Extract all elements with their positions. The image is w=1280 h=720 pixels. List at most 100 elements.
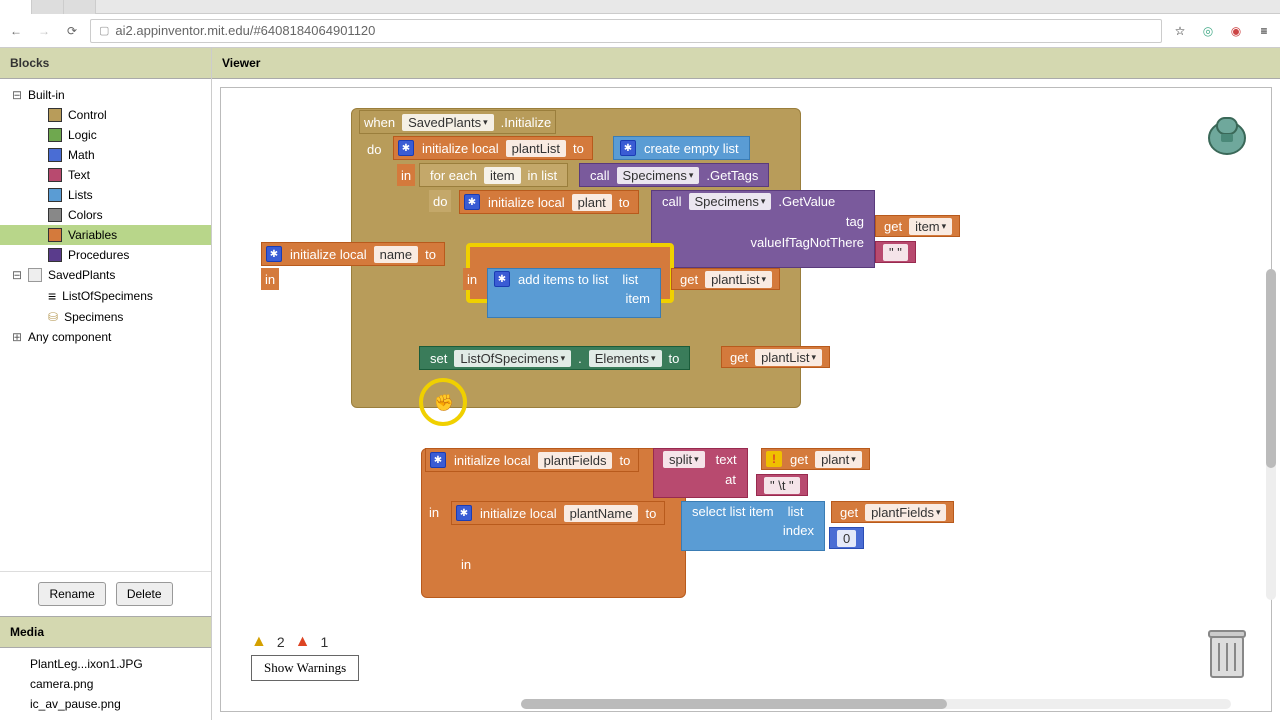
mutator-icon[interactable] — [494, 271, 510, 287]
when-header[interactable]: when SavedPlants .Initialize — [359, 110, 556, 134]
blocks-canvas[interactable]: when SavedPlants .Initialize do initiali… — [220, 87, 1272, 712]
warning-icon: ▲ — [251, 633, 267, 651]
text-value[interactable]: " " — [883, 244, 908, 261]
mutator-icon[interactable] — [620, 140, 636, 156]
tab-string[interactable]: " \t " — [756, 474, 808, 496]
backpack-icon[interactable] — [1203, 108, 1251, 156]
init-name[interactable]: initialize local name to — [261, 242, 445, 266]
browser-tab[interactable] — [64, 0, 96, 14]
media-item[interactable]: ic_av_pause.png — [0, 694, 211, 714]
cat-lists[interactable]: Lists — [0, 185, 211, 205]
tree-screen[interactable]: ⊟SavedPlants — [0, 265, 211, 285]
error-count: 1 — [320, 634, 328, 650]
prop-dropdown[interactable]: Elements — [589, 350, 662, 367]
cat-math[interactable]: Math — [0, 145, 211, 165]
back-button[interactable]: ← — [6, 21, 26, 41]
tree-builtin[interactable]: ⊟Built-in — [0, 85, 211, 105]
show-warnings-button[interactable]: Show Warnings — [251, 655, 359, 681]
select-list-item[interactable]: select list item list index — [681, 501, 825, 551]
cat-variables[interactable]: Variables — [0, 225, 211, 245]
comp-dropdown[interactable]: Specimens — [689, 193, 772, 210]
cat-control[interactable]: Control — [0, 105, 211, 125]
h-scrollbar[interactable] — [521, 699, 1231, 709]
mutator-icon[interactable] — [398, 140, 414, 156]
in-label-4: in — [425, 501, 443, 523]
split-dropdown[interactable]: split — [663, 451, 705, 468]
v-scrollbar[interactable] — [1266, 69, 1276, 700]
media-list: PlantLeg...ixon1.JPG camera.png ic_av_pa… — [0, 648, 211, 720]
do-label-2: do — [429, 190, 451, 212]
index-zero[interactable]: 0 — [829, 527, 864, 549]
math-icon — [48, 148, 62, 162]
component-dropdown[interactable]: SavedPlants — [402, 114, 494, 131]
colors-icon — [48, 208, 62, 222]
mutator-icon[interactable] — [464, 194, 480, 210]
forward-button[interactable]: → — [34, 21, 54, 41]
cat-procedures[interactable]: Procedures — [0, 245, 211, 265]
mutator-icon[interactable] — [456, 505, 472, 521]
ext-icon[interactable]: ◉ — [1226, 21, 1246, 41]
warning-icon[interactable]: ! — [766, 451, 782, 467]
h-scroll-thumb[interactable] — [521, 699, 947, 709]
comp-dropdown[interactable]: ListOfSpecimens — [454, 350, 571, 367]
text-value[interactable]: " \t " — [764, 477, 800, 494]
tree-any[interactable]: ⊞Any component — [0, 327, 211, 347]
var-name[interactable]: plantFields — [538, 452, 613, 469]
loop-var[interactable]: item — [484, 167, 521, 184]
variables-icon — [48, 228, 62, 242]
var-dropdown[interactable]: plantFields — [865, 504, 946, 521]
var-dropdown[interactable]: item — [909, 218, 952, 235]
add-items[interactable]: add items to list list item — [487, 268, 661, 318]
browser-tab[interactable] — [0, 0, 32, 14]
cat-text[interactable]: Text — [0, 165, 211, 185]
get-plant-warn[interactable]: ! get plant — [761, 448, 870, 470]
media-item[interactable]: PlantLeg...ixon1.JPG — [0, 654, 211, 674]
empty-string[interactable]: " " — [875, 241, 916, 263]
comp-dropdown[interactable]: Specimens — [617, 167, 700, 184]
rename-button[interactable]: Rename — [38, 582, 105, 606]
call-gettags[interactable]: call Specimens .GetTags — [579, 163, 769, 187]
var-dropdown[interactable]: plantList — [705, 271, 772, 288]
init-plant[interactable]: initialize local plant to — [459, 190, 639, 214]
var-name[interactable]: name — [374, 246, 419, 263]
reload-button[interactable]: ⟳ — [62, 21, 82, 41]
blocks-header: Blocks — [0, 48, 211, 79]
var-dropdown[interactable]: plant — [815, 451, 862, 468]
star-icon[interactable]: ☆ — [1170, 21, 1190, 41]
get-plantlist[interactable]: get plantList — [671, 268, 780, 290]
trash-icon[interactable] — [1203, 625, 1251, 681]
var-dropdown[interactable]: plantList — [755, 349, 822, 366]
cat-logic[interactable]: Logic — [0, 125, 211, 145]
var-name[interactable]: plant — [572, 194, 612, 211]
cat-colors[interactable]: Colors — [0, 205, 211, 225]
media-header: Media — [0, 616, 211, 648]
init-plantfields-head[interactable]: initialize local plantFields to — [425, 448, 639, 472]
split-block[interactable]: split text at — [653, 448, 748, 498]
var-name[interactable]: plantList — [506, 140, 566, 157]
menu-icon[interactable]: ≡ — [1254, 21, 1274, 41]
delete-button[interactable]: Delete — [116, 582, 173, 606]
init-plantlist[interactable]: initialize local plantList to — [393, 136, 593, 160]
create-empty-list[interactable]: create empty list — [613, 136, 750, 160]
get-item[interactable]: get item — [875, 215, 960, 237]
url-bar[interactable]: ▢ ai2.appinventor.mit.edu/#6408184064901… — [90, 19, 1162, 43]
blocks-tree: ⊟Built-in Control Logic Math Text Lists … — [0, 79, 211, 571]
foreach-block[interactable]: for each item in list — [419, 163, 568, 187]
mutator-icon[interactable] — [266, 246, 282, 262]
number-value[interactable]: 0 — [837, 530, 856, 547]
in-label-name: in — [261, 268, 279, 290]
get-plantlist-2[interactable]: get plantList — [721, 346, 830, 368]
v-scroll-thumb[interactable] — [1266, 269, 1276, 468]
init-plantname[interactable]: initialize local plantName to — [451, 501, 665, 525]
comp-listofspecimens[interactable]: ListOfSpecimens — [0, 285, 211, 307]
ext-icon[interactable]: ◎ — [1198, 21, 1218, 41]
comp-specimens[interactable]: Specimens — [0, 307, 211, 327]
call-getvalue[interactable]: call Specimens .GetValue tag valueIfTagN… — [651, 190, 875, 268]
media-item[interactable]: camera.png — [0, 674, 211, 694]
var-name[interactable]: plantName — [564, 505, 639, 522]
set-elements[interactable]: set ListOfSpecimens . Elements to — [419, 346, 690, 370]
procedures-icon — [48, 248, 62, 262]
mutator-icon[interactable] — [430, 452, 446, 468]
get-plantfields[interactable]: get plantFields — [831, 501, 954, 523]
browser-tab[interactable] — [32, 0, 64, 14]
